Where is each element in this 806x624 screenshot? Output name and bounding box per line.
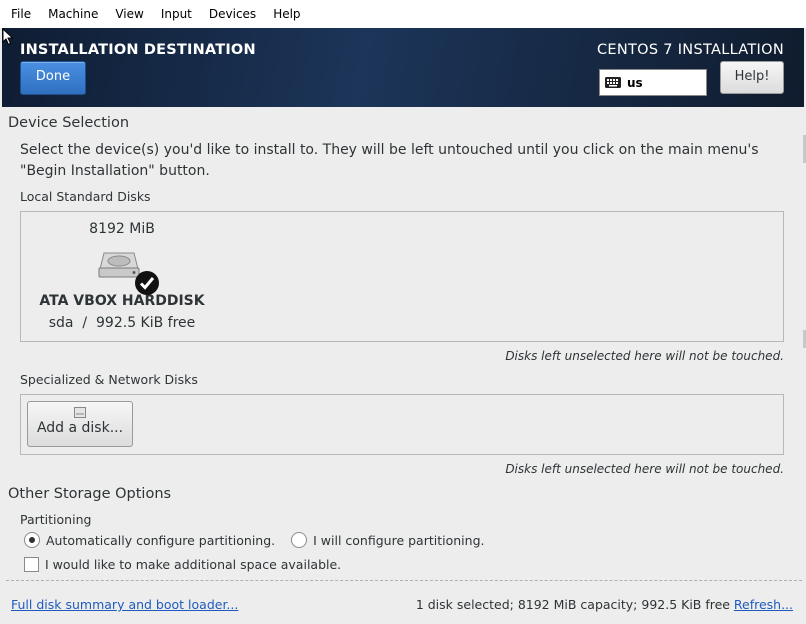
local-disks-note: Disks left unselected here will not be t… xyxy=(505,349,784,363)
partitioning-options: Automatically configure partitioning. I … xyxy=(24,532,484,548)
menu-help[interactable]: Help xyxy=(267,0,306,28)
done-button[interactable]: Done xyxy=(20,61,86,95)
page-title: INSTALLATION DESTINATION xyxy=(20,42,256,58)
disk-size: 8192 MiB xyxy=(89,221,155,237)
network-disks-note: Disks left unselected here will not be t… xyxy=(505,462,784,476)
disk-separator: / xyxy=(82,315,88,331)
keyboard-layout-indicator[interactable]: us xyxy=(599,69,707,96)
extra-space-option: I would like to make additional space av… xyxy=(24,557,341,572)
menu-machine[interactable]: Machine xyxy=(42,0,104,28)
keyboard-layout-label: us xyxy=(627,75,643,90)
keyboard-icon xyxy=(605,77,621,88)
network-disks-heading: Specialized & Network Disks xyxy=(20,372,198,387)
extra-space-label[interactable]: I would like to make additional space av… xyxy=(45,557,341,572)
vm-menubar: File Machine View Input Devices Help xyxy=(0,0,806,28)
auto-partitioning-radio[interactable] xyxy=(24,532,40,548)
disk-free-space: 992.5 KiB free xyxy=(96,315,196,331)
disk-device-name: sda xyxy=(48,315,74,331)
disk-device-info: sda / 992.5 KiB free xyxy=(33,315,211,331)
menu-file[interactable]: File xyxy=(5,0,37,28)
other-storage-heading: Other Storage Options xyxy=(8,486,172,502)
menu-devices[interactable]: Devices xyxy=(203,0,262,28)
refresh-link[interactable]: Refresh... xyxy=(734,597,793,612)
add-disk-icon xyxy=(74,407,86,418)
spoke-header: INSTALLATION DESTINATION Done CENTOS 7 I… xyxy=(2,28,804,107)
network-disks-panel: Add a disk... xyxy=(20,394,784,455)
disk-summary-link[interactable]: Full disk summary and boot loader... xyxy=(11,597,238,612)
help-button[interactable]: Help! xyxy=(720,61,784,94)
footer-divider xyxy=(6,580,802,581)
extra-space-checkbox[interactable] xyxy=(24,557,39,572)
device-selection-heading: Device Selection xyxy=(8,115,130,131)
disk-selected-check-icon xyxy=(135,271,159,295)
partitioning-heading: Partitioning xyxy=(20,512,92,527)
add-disk-button[interactable]: Add a disk... xyxy=(27,401,133,447)
auto-partitioning-label[interactable]: Automatically configure partitioning. xyxy=(46,533,275,548)
product-title: CENTOS 7 INSTALLATION xyxy=(596,42,784,58)
disk-model: ATA VBOX HARDDISK xyxy=(39,293,205,309)
selection-status: 1 disk selected; 8192 MiB capacity; 992.… xyxy=(415,597,730,612)
disk-tile-sda[interactable]: 8192 MiB ATA VBOX HARDDISK sda / 992.5 K… xyxy=(33,218,211,331)
local-disks-heading: Local Standard Disks xyxy=(20,189,151,204)
menu-input[interactable]: Input xyxy=(155,0,198,28)
manual-partitioning-label[interactable]: I will configure partitioning. xyxy=(313,533,484,548)
menu-view[interactable]: View xyxy=(109,0,149,28)
device-selection-intro: Select the device(s) you'd like to insta… xyxy=(20,142,759,179)
mouse-cursor-icon xyxy=(2,28,14,46)
manual-partitioning-radio[interactable] xyxy=(291,532,308,548)
local-disks-panel: 8192 MiB ATA VBOX HARDDISK sda / 992.5 K… xyxy=(20,211,784,342)
add-disk-label: Add a disk... xyxy=(36,420,124,436)
